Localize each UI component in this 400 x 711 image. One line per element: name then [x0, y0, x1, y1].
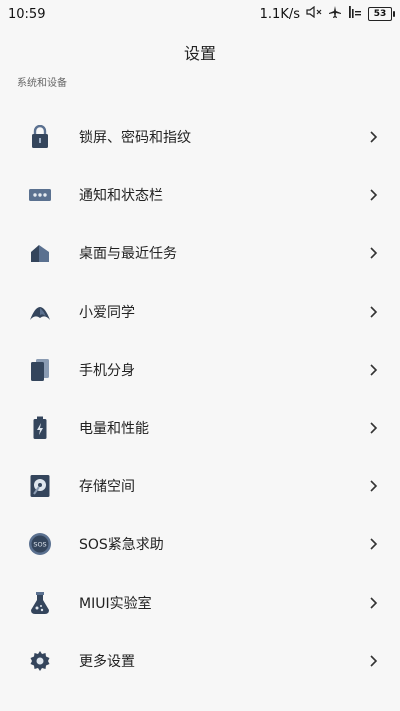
- chevron-right-icon: [370, 364, 378, 376]
- settings-item-label: 更多设置: [79, 653, 135, 670]
- chevron-right-icon: [370, 306, 378, 318]
- chevron-right-icon: [370, 655, 378, 667]
- settings-item-notifications[interactable]: 通知和状态栏: [0, 166, 400, 224]
- assistant-icon: [28, 300, 52, 324]
- settings-item-sos[interactable]: SOS SOS紧急求助: [0, 515, 400, 573]
- settings-item-label: 电量和性能: [79, 421, 149, 438]
- settings-item-storage[interactable]: 存储空间: [0, 457, 400, 515]
- settings-item-lock-screen[interactable]: 锁屏、密码和指纹: [0, 108, 400, 166]
- chevron-right-icon: [370, 189, 378, 201]
- chevron-right-icon: [370, 538, 378, 550]
- settings-item-label: 手机分身: [79, 362, 135, 379]
- settings-item-label: 通知和状态栏: [79, 188, 163, 205]
- second-space-icon: [28, 358, 52, 382]
- home-icon: [28, 241, 52, 265]
- settings-item-label: 桌面与最近任务: [79, 246, 177, 263]
- status-bar: 10:59 1.1K/s 53: [0, 0, 400, 28]
- airplane-icon: [328, 5, 342, 23]
- section-header: 系统和设备: [17, 78, 67, 89]
- storage-icon: [28, 474, 52, 498]
- chevron-right-icon: [370, 131, 378, 143]
- wifi-icon: [348, 5, 362, 23]
- settings-item-more-settings[interactable]: 更多设置: [0, 632, 400, 690]
- mute-icon: [306, 5, 322, 22]
- chevron-right-icon: [370, 480, 378, 492]
- settings-item-home-screen[interactable]: 桌面与最近任务: [0, 224, 400, 282]
- chevron-right-icon: [370, 422, 378, 434]
- lab-flask-icon: [28, 591, 52, 615]
- settings-item-second-space[interactable]: 手机分身: [0, 341, 400, 399]
- settings-item-label: MIUI实验室: [79, 595, 152, 612]
- settings-item-label: SOS紧急求助: [79, 537, 164, 554]
- page-title: 设置: [183, 44, 216, 63]
- settings-item-label: 小爱同学: [79, 304, 135, 321]
- gear-icon: [28, 649, 52, 673]
- status-time: 10:59: [8, 6, 46, 22]
- settings-item-label: 存储空间: [79, 479, 135, 496]
- battery-icon: [28, 416, 52, 440]
- svg-text:SOS: SOS: [33, 541, 46, 549]
- settings-list: 锁屏、密码和指纹 通知和状态栏 桌面与最近任务 小爱同学 手机分身 电量和性能 …: [0, 108, 400, 690]
- settings-item-battery[interactable]: 电量和性能: [0, 399, 400, 457]
- settings-item-miui-lab[interactable]: MIUI实验室: [0, 574, 400, 632]
- sos-icon: SOS: [28, 532, 52, 556]
- status-icons: 1.1K/s 53: [259, 5, 395, 23]
- settings-item-xiaoai[interactable]: 小爱同学: [0, 283, 400, 341]
- notification-icon: [28, 183, 52, 207]
- chevron-right-icon: [370, 247, 378, 260]
- battery-indicator: 53: [368, 7, 395, 21]
- chevron-right-icon: [370, 597, 378, 609]
- lock-icon: [28, 125, 52, 149]
- network-speed: 1.1K/s: [259, 6, 300, 22]
- settings-item-label: 锁屏、密码和指纹: [79, 130, 191, 147]
